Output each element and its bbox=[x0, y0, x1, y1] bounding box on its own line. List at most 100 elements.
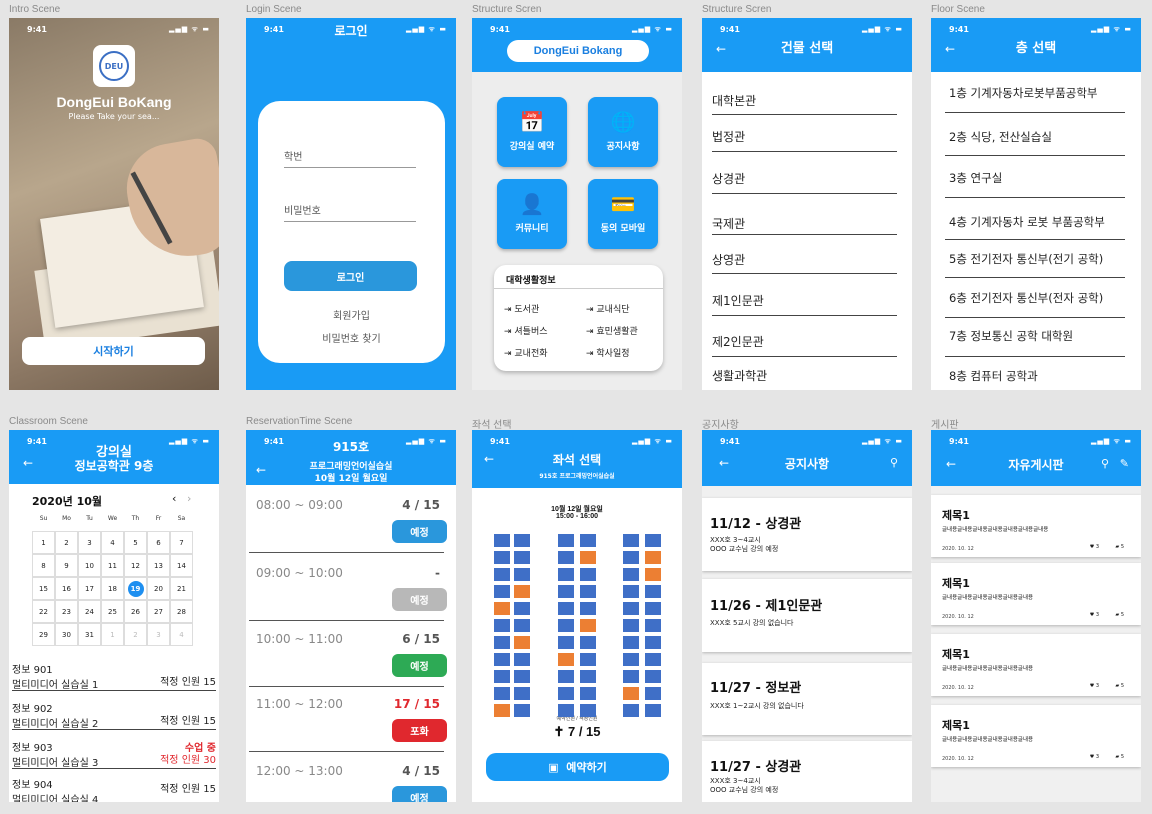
calendar-day[interactable]: 22 bbox=[32, 600, 55, 623]
next-month-icon[interactable]: › bbox=[187, 492, 191, 505]
floor-item[interactable]: 4층 기계자동차 로봇 부품공학부 bbox=[949, 214, 1105, 230]
calendar-day[interactable]: 8 bbox=[32, 554, 55, 577]
info-cafeteria[interactable]: ⇥ 교내식단 bbox=[586, 302, 630, 315]
seat[interactable] bbox=[580, 704, 596, 717]
slot-status-button[interactable]: 예정 bbox=[392, 588, 447, 611]
seat[interactable] bbox=[558, 636, 574, 649]
pencil-icon[interactable]: ✎ bbox=[1120, 457, 1129, 470]
seat[interactable] bbox=[580, 670, 596, 683]
calendar-day[interactable]: 23 bbox=[55, 600, 78, 623]
seat[interactable] bbox=[494, 619, 510, 632]
seat[interactable] bbox=[623, 704, 639, 717]
seat[interactable] bbox=[494, 670, 510, 683]
calendar-day[interactable]: 5 bbox=[124, 531, 147, 554]
calendar-day[interactable]: 10 bbox=[78, 554, 101, 577]
back-arrow-icon[interactable]: ← bbox=[945, 42, 955, 56]
calendar-day[interactable]: 29 bbox=[32, 623, 55, 646]
calendar-day[interactable]: 18 bbox=[101, 577, 124, 600]
find-password-link[interactable]: 비밀번호 찾기 bbox=[258, 330, 445, 345]
room-item[interactable]: 정보 902 멀티미디어 실습실 2 적정 인원 15 bbox=[12, 700, 216, 730]
seat[interactable] bbox=[494, 585, 510, 598]
building-item[interactable]: 제1인문관 bbox=[712, 292, 764, 309]
calendar-day[interactable]: 1 bbox=[32, 531, 55, 554]
seat[interactable] bbox=[558, 619, 574, 632]
calendar-day[interactable]: 9 bbox=[55, 554, 78, 577]
room-item[interactable]: 정보 901 멀티미디어 실습실 1 적정 인원 15 bbox=[12, 661, 216, 691]
building-item[interactable]: 대학본관 bbox=[712, 92, 756, 109]
seat[interactable] bbox=[558, 568, 574, 581]
seat[interactable] bbox=[580, 551, 596, 564]
seat[interactable] bbox=[494, 636, 510, 649]
seat[interactable] bbox=[645, 636, 661, 649]
password-field[interactable]: 비밀번호 bbox=[284, 202, 416, 222]
calendar-day[interactable]: 26 bbox=[124, 600, 147, 623]
seat[interactable] bbox=[645, 653, 661, 666]
student-id-field[interactable]: 학번 bbox=[284, 148, 416, 168]
building-item[interactable]: 상경관 bbox=[712, 170, 745, 187]
floor-item[interactable]: 3층 연구실 bbox=[949, 170, 1002, 186]
back-arrow-icon[interactable]: ← bbox=[719, 456, 729, 470]
seat[interactable] bbox=[623, 602, 639, 615]
seat[interactable] bbox=[514, 636, 530, 649]
calendar-day[interactable]: 2 bbox=[124, 623, 147, 646]
start-button[interactable]: 시작하기 bbox=[22, 337, 205, 365]
calendar-day[interactable]: 21 bbox=[170, 577, 193, 600]
floor-item[interactable]: 1층 기계자동차로봇부품공학부 bbox=[949, 85, 1098, 101]
seat[interactable] bbox=[623, 551, 639, 564]
back-arrow-icon[interactable]: ← bbox=[716, 42, 726, 56]
calendar-day[interactable]: 6 bbox=[147, 531, 170, 554]
calendar-day[interactable]: 30 bbox=[55, 623, 78, 646]
calendar-day[interactable]: 13 bbox=[147, 554, 170, 577]
seat[interactable] bbox=[645, 619, 661, 632]
seat[interactable] bbox=[514, 619, 530, 632]
calendar-day[interactable]: 24 bbox=[78, 600, 101, 623]
building-item[interactable]: 생활과학관 bbox=[712, 367, 767, 384]
building-item[interactable]: 제2인문관 bbox=[712, 333, 764, 350]
seat[interactable] bbox=[494, 534, 510, 547]
seat[interactable] bbox=[623, 687, 639, 700]
slot-status-button[interactable]: 포화 bbox=[392, 719, 447, 742]
seat[interactable] bbox=[645, 568, 661, 581]
seat[interactable] bbox=[514, 670, 530, 683]
tile-notice[interactable]: 🌐 공지사항 bbox=[588, 97, 658, 167]
seat[interactable] bbox=[514, 653, 530, 666]
signup-link[interactable]: 회원가입 bbox=[258, 307, 445, 322]
notice-card[interactable]: 11/12 - 상경관 XXX호 3~4교시 OOO 교수님 강의 예정 bbox=[702, 498, 912, 571]
calendar-day[interactable]: 17 bbox=[78, 577, 101, 600]
seat[interactable] bbox=[558, 585, 574, 598]
seat[interactable] bbox=[494, 551, 510, 564]
floor-item[interactable]: 6층 전기전자 통신부(전자 공학) bbox=[949, 290, 1103, 306]
floor-item[interactable]: 2층 식당, 전산실습실 bbox=[949, 129, 1052, 145]
seat[interactable] bbox=[514, 534, 530, 547]
post-card[interactable]: 제목1 글내용글내용글내용글내용글내용글내용 2020. 10. 12 ♥ 3 ▰ 5 bbox=[931, 705, 1141, 767]
seat[interactable] bbox=[558, 602, 574, 615]
seat[interactable] bbox=[580, 568, 596, 581]
tile-classroom-reservation[interactable]: 📅 강의실 예약 bbox=[497, 97, 567, 167]
calendar-day[interactable]: 1 bbox=[101, 623, 124, 646]
seat[interactable] bbox=[558, 687, 574, 700]
seat[interactable] bbox=[623, 585, 639, 598]
calendar-day[interactable]: 15 bbox=[32, 577, 55, 600]
seat[interactable] bbox=[514, 551, 530, 564]
seat[interactable] bbox=[558, 551, 574, 564]
seat[interactable] bbox=[514, 602, 530, 615]
seat[interactable] bbox=[514, 568, 530, 581]
slot-status-button[interactable]: 예정 bbox=[392, 520, 447, 543]
calendar-day[interactable]: 3 bbox=[147, 623, 170, 646]
seat[interactable] bbox=[580, 636, 596, 649]
seat[interactable] bbox=[623, 653, 639, 666]
back-arrow-icon[interactable]: ← bbox=[484, 452, 494, 466]
info-schedule[interactable]: ⇥ 학사일정 bbox=[586, 346, 630, 359]
seat[interactable] bbox=[494, 704, 510, 717]
back-arrow-icon[interactable]: ← bbox=[946, 457, 956, 471]
building-item[interactable]: 국제관 bbox=[712, 215, 745, 232]
seat[interactable] bbox=[645, 534, 661, 547]
calendar-day[interactable]: 11 bbox=[101, 554, 124, 577]
calendar-day[interactable]: 27 bbox=[147, 600, 170, 623]
info-library[interactable]: ⇥ 도서관 bbox=[504, 302, 539, 315]
seat[interactable] bbox=[623, 568, 639, 581]
seat[interactable] bbox=[558, 534, 574, 547]
seat[interactable] bbox=[580, 534, 596, 547]
seat[interactable] bbox=[645, 704, 661, 717]
calendar-day[interactable]: 12 bbox=[124, 554, 147, 577]
